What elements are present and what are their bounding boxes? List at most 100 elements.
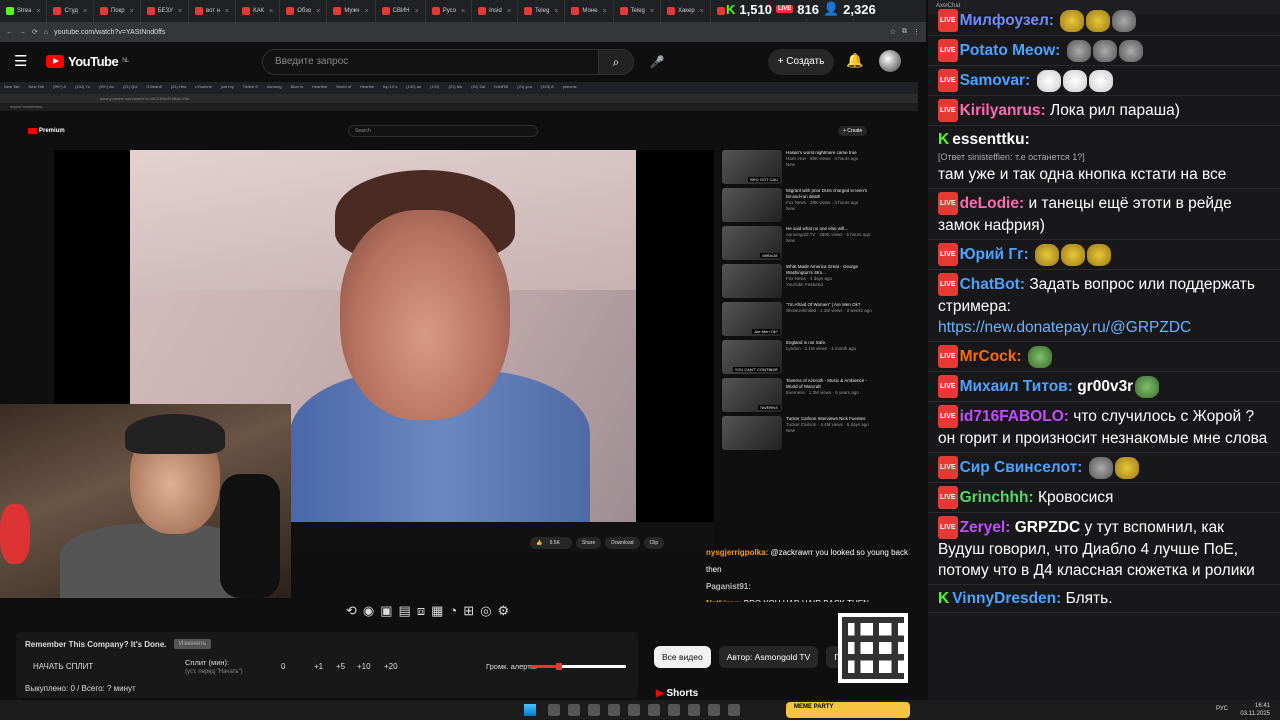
reload-icon[interactable]: ⟳: [32, 28, 38, 36]
plus-1-button[interactable]: +1: [314, 662, 323, 671]
tab-close-icon[interactable]: ×: [554, 8, 558, 15]
tab-close-icon[interactable]: ×: [316, 8, 320, 15]
live-badge-icon: LIVE: [938, 375, 958, 398]
browser-tab[interactable]: БЕЗУ ×: [141, 0, 189, 22]
browser-tab[interactable]: Insid ×: [472, 0, 518, 22]
search-input[interactable]: Введите запрос: [262, 49, 602, 75]
change-button[interactable]: Изменить: [174, 639, 212, 649]
browser-tab[interactable]: Студ ×: [47, 0, 94, 22]
app-icon[interactable]: [688, 704, 700, 716]
discord-icon[interactable]: [568, 704, 580, 716]
search-button[interactable]: ⌕: [598, 49, 634, 75]
terminal-icon[interactable]: [668, 704, 680, 716]
emote-icon: [1061, 243, 1086, 266]
tab-close-icon[interactable]: ×: [225, 8, 229, 15]
browser-tab[interactable]: Мужч ×: [327, 0, 376, 22]
recommendation-title: Migrant with prior DUIs charged in teen'…: [786, 188, 868, 199]
audio-icon[interactable]: ◉: [363, 603, 374, 619]
browser-tab[interactable]: Teleg ×: [614, 0, 661, 22]
tab-close-icon[interactable]: ×: [700, 8, 704, 15]
inner-bookmark: Import bookmarks...: [0, 103, 918, 111]
browser-tab[interactable]: Strea ×: [0, 0, 48, 22]
tab-close-icon[interactable]: ×: [650, 8, 654, 15]
url-text[interactable]: youtube.com/watch?v=YAStNnd0ffs: [54, 29, 884, 36]
tab-close-icon[interactable]: ×: [602, 8, 606, 15]
start-split-button[interactable]: НАЧАТЬ СПЛИТ: [33, 662, 93, 671]
spotify-icon[interactable]: [608, 704, 620, 716]
steam-icon[interactable]: [588, 704, 600, 716]
settings-icon[interactable]: ⚙: [498, 603, 510, 619]
browser-tab[interactable]: КАК ×: [236, 0, 281, 22]
plus-20-button[interactable]: +20: [384, 662, 398, 671]
settings-icon[interactable]: [728, 704, 740, 716]
chrome-icon[interactable]: [548, 704, 560, 716]
tab-close-icon[interactable]: ×: [36, 8, 40, 15]
browser-tab[interactable]: Хакер ×: [661, 0, 711, 22]
picture-in-picture-icon[interactable]: ⧈: [417, 603, 425, 619]
extensions-icon[interactable]: ⧉: [902, 28, 907, 36]
recommendation-item: BRO GOT CAU Hasan's worst nightmare came …: [722, 150, 872, 188]
kick-icon: K: [938, 131, 950, 148]
split-value[interactable]: 0: [281, 662, 285, 671]
tab-close-icon[interactable]: ×: [83, 8, 87, 15]
grid-icon[interactable]: ▦: [431, 603, 443, 619]
recommendation-text: Tucker Carlson Interviews Nick Fuentes Tu…: [786, 416, 869, 454]
plus-5-button[interactable]: +5: [336, 662, 345, 671]
speed-icon[interactable]: ◔: [449, 603, 457, 619]
loop-icon[interactable]: ⟲: [346, 603, 357, 619]
live-badge-icon: LIVE: [938, 9, 958, 32]
folder-icon[interactable]: [708, 704, 720, 716]
forward-icon[interactable]: →: [19, 29, 26, 36]
tab-close-icon[interactable]: ×: [507, 8, 511, 15]
create-button[interactable]: + Создать: [768, 49, 834, 75]
screen-icon[interactable]: ▣: [380, 603, 392, 619]
tab-close-icon[interactable]: ×: [461, 8, 465, 15]
back-icon[interactable]: ←: [6, 29, 13, 36]
inner-tab: (21) Zal: [471, 84, 486, 89]
chip-author[interactable]: Автор: Asmongold TV: [718, 646, 819, 668]
youtube-logo[interactable]: YouTube NL: [46, 54, 129, 69]
tab-favicon-icon: [666, 7, 675, 15]
chat-username: Сир Свинселот:: [959, 459, 1083, 476]
inner-tab: Asmong: [266, 84, 282, 89]
recommendations: BRO GOT CAU Hasan's worst nightmare came …: [722, 150, 872, 454]
address-bar[interactable]: ← → ⟳ ⌂ youtube.com/watch?v=YAStNnd0ffs …: [0, 22, 926, 42]
obs-icon[interactable]: [648, 704, 660, 716]
donate-link[interactable]: https://new.donatepay.ru/@GRPZDC: [938, 319, 1191, 336]
live-badge-icon: LIVE: [938, 69, 958, 92]
browser-tab[interactable]: вот н ×: [189, 0, 237, 22]
tab-close-icon[interactable]: ×: [130, 8, 134, 15]
avatar[interactable]: [879, 50, 901, 72]
hamburger-menu-icon[interactable]: ☰: [14, 52, 27, 70]
inner-tab: (103) A: [540, 84, 554, 89]
browser-tab[interactable]: СВИН ×: [376, 0, 426, 22]
tab-close-icon[interactable]: ×: [178, 8, 182, 15]
clock[interactable]: 16:41 03.11.2025: [1240, 702, 1270, 718]
language-indicator[interactable]: РУС: [1216, 706, 1228, 712]
browser-tab[interactable]: Обзо ×: [280, 0, 328, 22]
voice-search-icon[interactable]: 🎤: [645, 50, 669, 74]
home-icon[interactable]: ⌂: [44, 29, 48, 36]
chip-all-videos[interactable]: Все видео: [654, 646, 711, 668]
browser-tab[interactable]: Teleg ×: [518, 0, 566, 22]
browser-tab[interactable]: Русо ×: [426, 0, 473, 22]
screenshot-icon[interactable]: ◎: [480, 603, 491, 619]
recommendation-thumbnail: YOU CAN'T CONTINUE: [722, 340, 782, 374]
tab-close-icon[interactable]: ×: [365, 8, 369, 15]
tab-close-icon[interactable]: ×: [415, 8, 419, 15]
recommendation-thumbnail: MIRAGE: [722, 226, 782, 260]
start-menu-icon[interactable]: [524, 704, 536, 716]
notifications-icon[interactable]: 🔔: [846, 52, 863, 69]
tab-close-icon[interactable]: ×: [269, 8, 273, 15]
browser-tab[interactable]: Моне ×: [565, 0, 614, 22]
telegram-icon[interactable]: [628, 704, 640, 716]
plus-10-button[interactable]: +10: [357, 662, 371, 671]
star-icon[interactable]: ☆: [890, 28, 896, 36]
add-icon[interactable]: ⊞: [463, 603, 474, 619]
recommendation-thumbnail: TAVERNS: [722, 378, 782, 412]
film-icon[interactable]: ▤: [399, 603, 411, 619]
chat-text: Кровосися: [1037, 489, 1114, 506]
alert-volume-slider[interactable]: [530, 663, 626, 670]
browser-tab[interactable]: Покр ×: [94, 0, 141, 22]
more-menu-icon[interactable]: ⋮: [913, 28, 920, 36]
